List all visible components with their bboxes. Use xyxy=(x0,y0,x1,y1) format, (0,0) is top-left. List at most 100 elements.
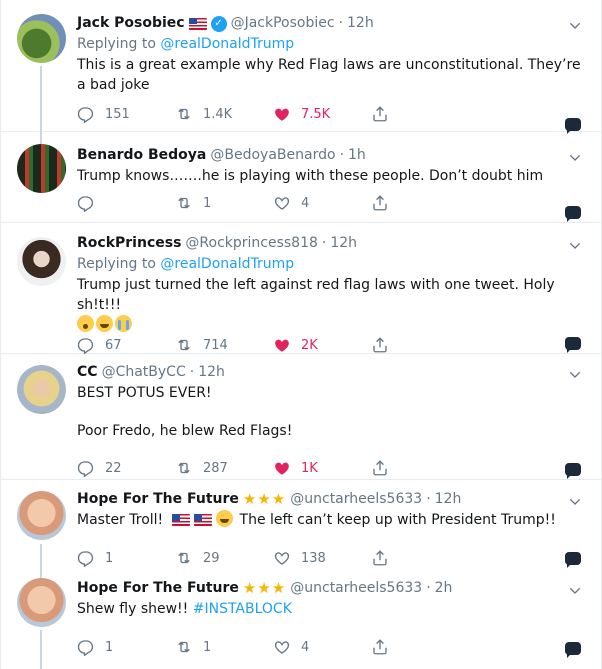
display-name[interactable]: Benardo Bedoya xyxy=(77,146,206,165)
tweet-actions: 67 714 2K xyxy=(77,336,469,354)
like-button[interactable]: 1K xyxy=(273,459,371,477)
retweet-button[interactable]: 1 xyxy=(175,194,273,212)
like-button[interactable]: 7.5K xyxy=(273,105,371,123)
separator: · xyxy=(338,15,344,31)
share-button[interactable] xyxy=(371,194,469,212)
display-name[interactable]: Hope For The Future xyxy=(77,579,239,598)
reply-count: 22 xyxy=(105,460,122,476)
retweet-icon xyxy=(175,638,193,656)
display-name[interactable]: RockPrincess xyxy=(77,234,181,253)
reply-timeline: Jack Posobiec ✓ @JackPosobiec · 12h Repl… xyxy=(0,0,602,669)
crying-emoji-icon xyxy=(115,315,132,332)
separator: · xyxy=(321,235,327,251)
display-name[interactable]: CC xyxy=(77,363,98,382)
tweet-chatbycc[interactable]: CC @ChatByCC · 12h BEST POTUS EVER! Poor… xyxy=(1,354,601,480)
tweet-text-line-2: Poor Fredo, he blew Red Flags! xyxy=(77,423,293,439)
retweet-button[interactable]: 1.4K xyxy=(175,105,273,123)
like-count: 7.5K xyxy=(301,106,331,122)
reply-button[interactable]: 1 xyxy=(77,549,175,567)
message-icon[interactable] xyxy=(565,552,581,568)
timestamp[interactable]: 12h xyxy=(330,234,357,253)
timestamp[interactable]: 1h xyxy=(348,146,366,165)
tears-of-joy-emoji-icon xyxy=(96,315,113,332)
like-count: 1K xyxy=(301,460,318,476)
caret-down-icon[interactable] xyxy=(567,238,583,254)
retweet-button[interactable]: 714 xyxy=(175,336,273,354)
message-icon[interactable] xyxy=(565,206,581,222)
star-emoji-icon: ★★★ xyxy=(242,579,287,597)
reply-icon xyxy=(77,336,95,354)
caret-down-icon[interactable] xyxy=(567,150,583,166)
timestamp[interactable]: 12h xyxy=(347,14,374,33)
share-icon xyxy=(371,459,389,477)
username[interactable]: @BedoyaBenardo xyxy=(210,146,335,165)
username[interactable]: @unctarheels5633 xyxy=(290,579,422,598)
tweet-hope-for-the-future-reply[interactable]: Hope For The Future ★★★ @unctarheels5633… xyxy=(1,570,601,669)
tweet-rockprincess[interactable]: RockPrincess @Rockprincess818 · 12h Repl… xyxy=(1,223,601,354)
caret-down-icon[interactable] xyxy=(567,494,583,510)
replying-to-link[interactable]: @realDonaldTrump xyxy=(160,36,294,52)
like-button[interactable]: 4 xyxy=(273,638,371,656)
share-button[interactable] xyxy=(371,336,469,354)
tweet-actions: 1 4 xyxy=(77,194,469,212)
reply-button[interactable]: 22 xyxy=(77,459,175,477)
message-icon[interactable] xyxy=(565,642,581,658)
tweet-jack-posobiec[interactable]: Jack Posobiec ✓ @JackPosobiec · 12h Repl… xyxy=(1,0,601,134)
reply-count: 67 xyxy=(105,337,122,353)
avatar[interactable] xyxy=(17,144,66,193)
share-button[interactable] xyxy=(371,549,469,567)
avatar[interactable] xyxy=(17,237,66,286)
caret-down-icon[interactable] xyxy=(567,367,583,383)
tweet-benardo-bedoya[interactable]: Benardo Bedoya @BedoyaBenardo · 1h Trump… xyxy=(1,132,601,223)
like-button[interactable]: 4 xyxy=(273,194,371,212)
reply-button[interactable]: 151 xyxy=(77,105,175,123)
retweet-count: 1 xyxy=(203,195,212,211)
reply-button[interactable]: 67 xyxy=(77,336,175,354)
retweet-icon xyxy=(175,549,193,567)
avatar[interactable] xyxy=(17,365,66,414)
message-icon[interactable] xyxy=(565,118,581,134)
retweet-button[interactable]: 287 xyxy=(175,459,273,477)
retweet-button[interactable]: 1 xyxy=(175,638,273,656)
avatar[interactable] xyxy=(17,491,66,540)
replying-prefix: Replying to xyxy=(77,36,156,52)
retweet-count: 29 xyxy=(203,550,220,566)
like-icon xyxy=(273,459,291,477)
display-name[interactable]: Jack Posobiec xyxy=(77,14,185,33)
reply-button[interactable] xyxy=(77,194,175,212)
message-icon[interactable] xyxy=(565,463,581,479)
tweet-header: CC @ChatByCC · 12h xyxy=(77,363,581,382)
share-button[interactable] xyxy=(371,459,469,477)
display-name[interactable]: Hope For The Future xyxy=(77,490,239,509)
timestamp[interactable]: 12h xyxy=(435,490,462,509)
avatar[interactable] xyxy=(17,578,66,627)
like-button[interactable]: 138 xyxy=(273,549,371,567)
avatar[interactable] xyxy=(17,14,66,63)
username[interactable]: @Rockprincess818 xyxy=(185,234,318,253)
reply-button[interactable]: 1 xyxy=(77,638,175,656)
tweet-text: Trump just turned the left against red f… xyxy=(77,275,581,335)
share-button[interactable] xyxy=(371,105,469,123)
caret-down-icon[interactable] xyxy=(567,583,583,599)
tweet-actions: 22 287 1K xyxy=(77,459,469,477)
tweet-text-line-1: BEST POTUS EVER! xyxy=(77,385,212,401)
username[interactable]: @JackPosobiec xyxy=(231,14,335,33)
like-button[interactable]: 2K xyxy=(273,336,371,354)
share-button[interactable] xyxy=(371,638,469,656)
username[interactable]: @ChatByCC xyxy=(102,363,186,382)
hashtag-link[interactable]: #INSTABLOCK xyxy=(193,601,292,617)
thread-line xyxy=(40,544,42,570)
separator: · xyxy=(426,491,431,507)
reply-icon xyxy=(77,549,95,567)
separator: · xyxy=(426,580,431,596)
tweet-hope-for-the-future[interactable]: Hope For The Future ★★★ @unctarheels5633… xyxy=(1,480,601,570)
username[interactable]: @unctarheels5633 xyxy=(290,490,422,509)
retweet-button[interactable]: 29 xyxy=(175,549,273,567)
tweet-actions: 1 1 4 xyxy=(77,638,469,656)
caret-down-icon[interactable] xyxy=(567,18,583,34)
replying-to-link[interactable]: @realDonaldTrump xyxy=(160,256,294,272)
timestamp[interactable]: 12h xyxy=(198,363,225,382)
replying-to: Replying to @realDonaldTrump xyxy=(77,254,581,274)
timestamp[interactable]: 2h xyxy=(435,579,453,598)
message-icon[interactable] xyxy=(565,337,581,353)
